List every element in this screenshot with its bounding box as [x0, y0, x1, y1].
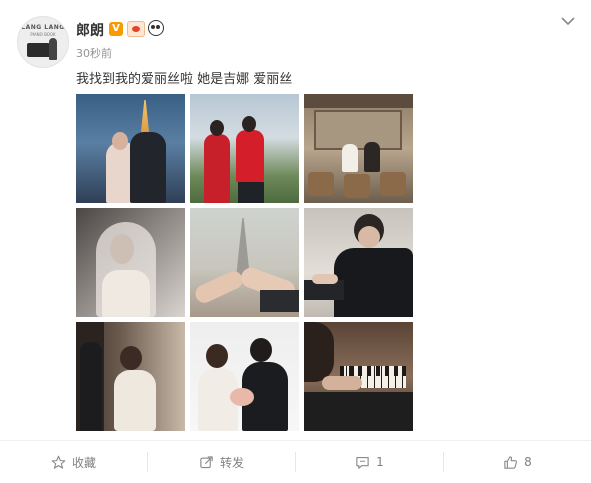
photo-red-qipao-couple[interactable] [190, 94, 299, 203]
photo-pianist-close-up[interactable] [304, 208, 413, 317]
repost-label: 转发 [219, 455, 244, 470]
photo-pinky-promise-eiffel[interactable] [190, 208, 299, 317]
like-button[interactable]: 8 [444, 441, 591, 483]
photo-bridal-veil-portrait[interactable] [76, 208, 185, 317]
star-icon [51, 455, 66, 469]
author-avatar[interactable]: LANG LANG PIANO BOOK [17, 16, 69, 68]
thumbs-up-icon [504, 455, 518, 469]
photo-bride-doorway[interactable] [76, 322, 185, 431]
comment-count: 1 [376, 455, 384, 469]
chevron-down-icon[interactable] [560, 15, 576, 27]
photo-eiffel-tower-night-couple[interactable] [76, 94, 185, 203]
photo-piano-keys-hands[interactable] [304, 322, 413, 431]
post-text: 我找到我的爱丽丝啦 她是吉娜 爱丽丝 [76, 72, 293, 87]
avatar-sub-text: PIANO BOOK [30, 32, 56, 37]
weibo-post-card: LANG LANG PIANO BOOK 郎朗 V 30秒前 我找到我的爱丽丝啦… [0, 0, 591, 482]
comment-icon [356, 456, 369, 469]
member-badge-icon[interactable] [127, 21, 145, 37]
photo-grid [76, 94, 413, 431]
post-time[interactable]: 30秒前 [76, 45, 112, 61]
favorite-button[interactable]: 收藏 [0, 441, 147, 483]
avatar-brand-text: LANG LANG [21, 24, 65, 31]
repost-icon [200, 455, 213, 468]
verified-badge-icon[interactable]: V [109, 22, 123, 36]
comment-button[interactable]: 1 [296, 441, 443, 483]
repost-button[interactable]: 转发 [148, 441, 295, 483]
action-bar: 收藏 转发 1 8 [0, 440, 591, 483]
pianist-figure [49, 38, 57, 60]
photo-paris-cafe-couple[interactable] [304, 94, 413, 203]
like-count: 8 [524, 455, 532, 469]
author-name[interactable]: 郎朗 [76, 20, 104, 40]
favorite-label: 收藏 [71, 455, 96, 470]
panda-badge-icon[interactable] [148, 20, 164, 36]
photo-wedding-couple-bouquet[interactable] [190, 322, 299, 431]
